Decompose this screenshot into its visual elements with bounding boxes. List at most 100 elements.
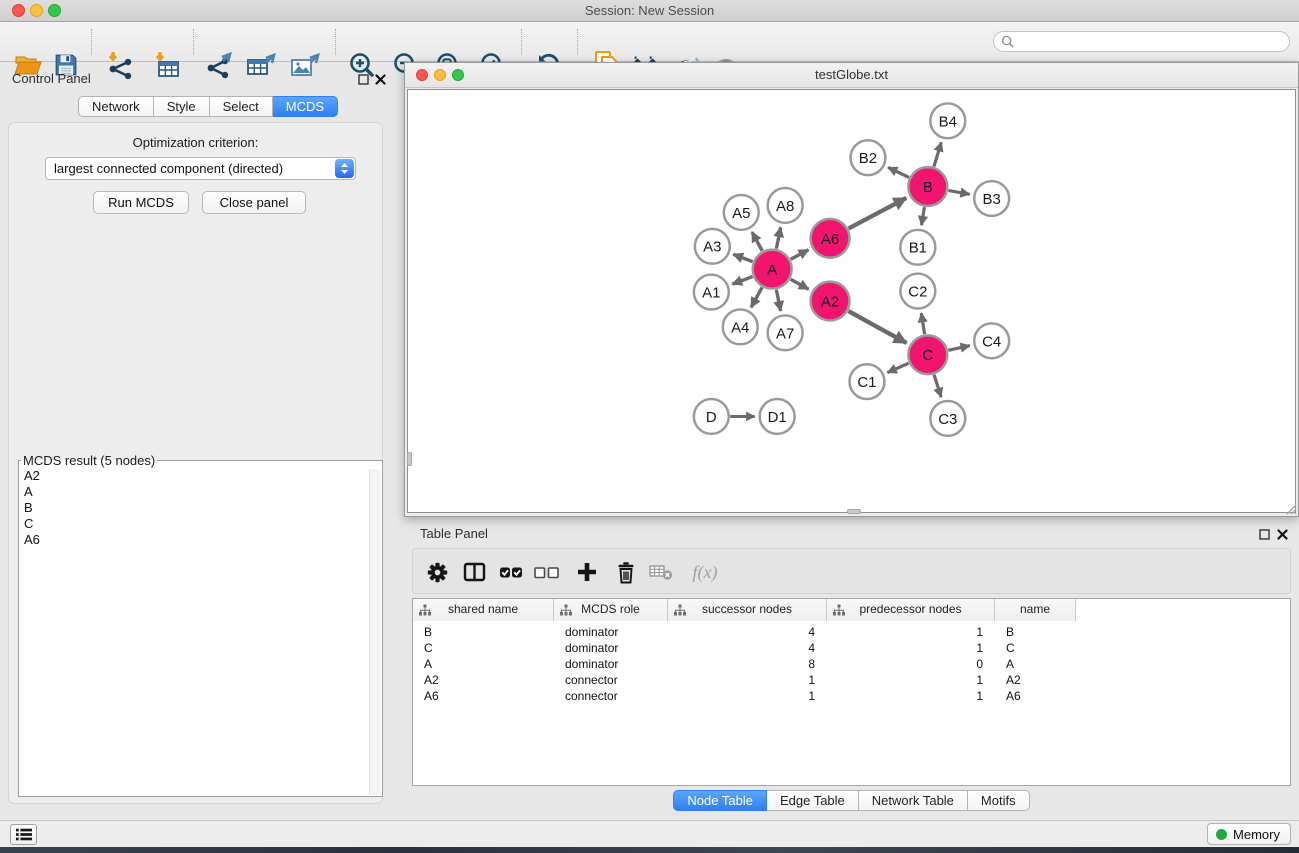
float-icon	[358, 74, 369, 85]
add-column-button[interactable]	[573, 558, 601, 586]
node-A4[interactable]: A4	[723, 309, 758, 344]
memory-label: Memory	[1233, 827, 1280, 842]
edge-C-C1[interactable]	[887, 363, 908, 372]
function-builder-button[interactable]: f(x)	[685, 558, 725, 586]
network-canvas[interactable]: A A1 A2 A3 A4 A5 A6 A7 A8 B B1 B2 B3 B4 C C1 C2 C3 C4 D D1	[407, 89, 1296, 513]
select-all-button[interactable]	[497, 558, 525, 586]
edge-A-A5[interactable]	[752, 232, 762, 251]
node-B2[interactable]: B2	[851, 140, 886, 175]
plus-icon	[576, 561, 598, 583]
edge-C-C2[interactable]	[921, 313, 924, 334]
vertical-scrollbar-thumb[interactable]	[407, 452, 412, 466]
tab-edge-table[interactable]: Edge Table	[767, 790, 859, 811]
memory-button[interactable]: Memory	[1207, 823, 1291, 845]
horizontal-scrollbar-thumb[interactable]	[847, 509, 861, 514]
node-B[interactable]: B	[908, 167, 947, 206]
edge-A2-C[interactable]	[848, 311, 906, 343]
table-row[interactable]: Cdominator41C	[413, 640, 1290, 656]
export-table-button[interactable]	[245, 50, 277, 80]
node-B1[interactable]: B1	[900, 230, 935, 265]
table-row[interactable]: Bdominator41B	[413, 624, 1290, 640]
task-history-button[interactable]	[10, 824, 37, 845]
delete-table-button[interactable]	[647, 558, 675, 586]
edge-A-A4[interactable]	[751, 287, 762, 307]
optimization-criterion-select[interactable]: largest connected component (directed)	[45, 157, 356, 180]
node-D[interactable]: D	[694, 399, 729, 434]
run-mcds-button[interactable]: Run MCDS	[93, 191, 189, 214]
node-A6[interactable]: A6	[811, 219, 850, 258]
node-B3[interactable]: B3	[974, 181, 1009, 216]
node-C1[interactable]: C1	[850, 364, 885, 399]
search-field[interactable]	[993, 31, 1290, 52]
node-C4[interactable]: C4	[974, 323, 1009, 358]
edge-C-C4[interactable]	[948, 346, 969, 351]
deselect-all-button[interactable]	[533, 558, 561, 586]
tab-mcds[interactable]: MCDS	[273, 96, 338, 117]
node-A8[interactable]: A8	[768, 188, 803, 223]
node-A7[interactable]: A7	[768, 315, 803, 350]
cell-mcds-role: dominator	[554, 624, 668, 640]
mcds-result-item[interactable]: A2	[19, 468, 382, 484]
tab-network-table[interactable]: Network Table	[859, 790, 968, 811]
edge-B-B2[interactable]	[888, 167, 909, 177]
node-A[interactable]: A	[753, 250, 792, 289]
node-table: shared nameMCDS rolesuccessor nodesprede…	[412, 598, 1291, 786]
resize-grip-icon[interactable]	[1283, 501, 1297, 515]
edge-B-B3[interactable]	[948, 190, 969, 194]
close-table-panel-button[interactable]	[1275, 527, 1289, 541]
import-table-button[interactable]	[151, 50, 183, 80]
export-image-button[interactable]	[289, 50, 321, 80]
table-options-button[interactable]	[423, 558, 451, 586]
table-row[interactable]: A6connector11A6	[413, 688, 1290, 704]
export-network-button[interactable]	[203, 50, 235, 80]
node-C3[interactable]: C3	[930, 401, 965, 436]
mcds-result-title: MCDS result (5 nodes)	[21, 453, 157, 468]
node-A3[interactable]: A3	[695, 229, 730, 264]
mcds-result-item[interactable]: C	[19, 516, 382, 532]
node-A1[interactable]: A1	[694, 275, 729, 310]
edge-A-A2[interactable]	[791, 279, 809, 289]
tab-motifs[interactable]: Motifs	[968, 790, 1030, 811]
float-panel-button[interactable]	[356, 72, 370, 86]
float-table-panel-button[interactable]	[1257, 527, 1271, 541]
tab-style[interactable]: Style	[154, 96, 210, 117]
close-panel-action-button[interactable]: Close panel	[202, 191, 306, 214]
mcds-result-item[interactable]: A	[19, 484, 382, 500]
edge-A-A3[interactable]	[733, 254, 752, 261]
node-D1[interactable]: D1	[760, 399, 795, 434]
mcds-result-item[interactable]: B	[19, 500, 382, 516]
delete-column-button[interactable]	[612, 558, 640, 586]
edge-B-B4[interactable]	[934, 142, 941, 166]
search-input[interactable]	[1018, 33, 1289, 50]
table-row[interactable]: Adominator80A	[413, 656, 1290, 672]
tab-node-table[interactable]: Node Table	[673, 790, 767, 811]
node-B4[interactable]: B4	[930, 103, 965, 138]
column-header-successor-nodes[interactable]: successor nodes	[668, 599, 827, 621]
mcds-result-item[interactable]: A6	[19, 532, 382, 548]
cell-shared-name: A6	[413, 688, 554, 704]
edge-A6-B[interactable]	[849, 198, 907, 229]
node-C2[interactable]: C2	[900, 274, 935, 309]
edge-A-A7[interactable]	[776, 290, 780, 311]
node-A2[interactable]: A2	[811, 282, 850, 321]
edge-B-B1[interactable]	[921, 207, 924, 225]
edge-A-A1[interactable]	[732, 277, 752, 285]
node-A5[interactable]: A5	[724, 195, 759, 230]
import-network-button[interactable]	[104, 50, 136, 80]
edge-A-A6[interactable]	[791, 250, 809, 260]
select-spinner-icon	[335, 159, 354, 178]
column-header-name[interactable]: name	[995, 599, 1076, 621]
edge-A-A8[interactable]	[776, 227, 780, 248]
table-row[interactable]: A2connector11A2	[413, 672, 1290, 688]
tab-select[interactable]: Select	[210, 96, 273, 117]
list-scrollbar[interactable]	[369, 469, 381, 795]
edge-C-C3[interactable]	[934, 375, 941, 397]
column-header-mcds-role[interactable]: MCDS role	[554, 599, 668, 621]
column-header-shared-name[interactable]: shared name	[413, 599, 554, 621]
close-panel-button[interactable]	[373, 72, 387, 86]
tab-network[interactable]: Network	[78, 96, 154, 117]
show-columns-button[interactable]	[460, 558, 488, 586]
node-C[interactable]: C	[908, 335, 947, 374]
column-header-predecessor-nodes[interactable]: predecessor nodes	[827, 599, 995, 621]
network-window-titlebar[interactable]: testGlobe.txt	[405, 63, 1298, 88]
